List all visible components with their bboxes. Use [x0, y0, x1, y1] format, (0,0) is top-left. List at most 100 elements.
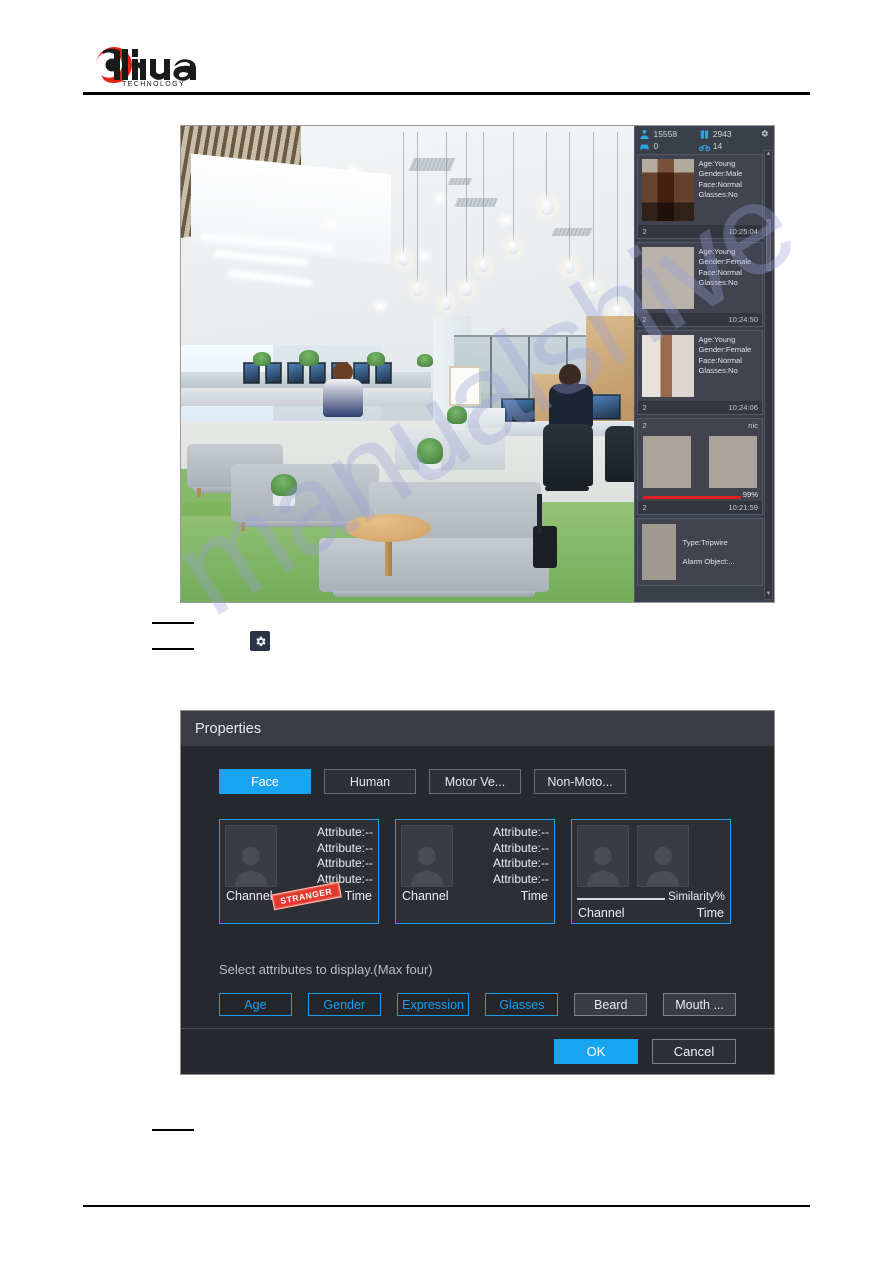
scrollbar-thumb[interactable]: [766, 219, 771, 272]
avatar: [577, 825, 629, 887]
scroll-up-arrow[interactable]: ▲: [766, 151, 772, 159]
attribute-line: Attribute:--: [492, 856, 549, 870]
person-placeholder-icon: [411, 847, 443, 886]
header-divider: [83, 92, 810, 95]
person-placeholder-icon: [587, 847, 619, 886]
stat-car-value: 0: [653, 141, 659, 151]
card-channel: 2: [642, 403, 647, 412]
dialog-footer: OK Cancel: [181, 1028, 774, 1074]
tab-motor-vehicle[interactable]: Motor Ve...: [429, 769, 521, 794]
person-seated-right: [549, 364, 593, 428]
layout-preview-cards: Attribute:-- Attribute:-- Attribute:-- A…: [219, 819, 736, 924]
face-event-card[interactable]: Age:Young Gender:Female Face:Normal Glas…: [637, 242, 763, 327]
stat-person: 15558: [639, 129, 696, 140]
tab-human[interactable]: Human: [324, 769, 416, 794]
dialog-title: Properties: [181, 711, 774, 747]
similarity-value: 99%: [742, 490, 758, 499]
attribute-line: Attribute:--: [492, 840, 549, 855]
stat-human-body: 2943: [699, 129, 756, 140]
human-body-icon: [700, 130, 708, 139]
card-channel: 2: [642, 227, 647, 236]
gear-icon[interactable]: [250, 631, 270, 651]
redaction-bar: [152, 648, 194, 650]
preview-card-compare[interactable]: Similarity% Channel Time: [571, 819, 731, 924]
preview-channel-label: Channel: [578, 906, 625, 920]
preview-channel-label: Channel: [226, 889, 273, 903]
redaction-bar: [152, 622, 194, 624]
video-preview[interactable]: [181, 126, 635, 602]
office-scene: [181, 126, 635, 602]
sofa: [231, 464, 379, 527]
database-face-thumb: [709, 436, 757, 488]
scroll-down-arrow[interactable]: ▼: [766, 591, 772, 599]
face-snapshot: [642, 247, 695, 309]
face-compare-card[interactable]: 2 nic 99% 2 10:21:59: [637, 418, 763, 515]
attr-age: Age:Young: [698, 159, 736, 168]
scrollbar-track[interactable]: [765, 159, 772, 591]
attribute-toggle-mouth[interactable]: Mouth ...: [663, 993, 736, 1016]
face-attributes: Age:Young Gender:Female Face:Normal Glas…: [698, 335, 751, 397]
tab-face[interactable]: Face: [219, 769, 311, 794]
preview-card-plain[interactable]: Attribute:-- Attribute:-- Attribute:-- A…: [395, 819, 555, 924]
card-time: 10:21:59: [728, 503, 758, 512]
tab-non-motor-vehicle[interactable]: Non-Moto...: [534, 769, 626, 794]
logo-tagline: TECHNOLOGY: [122, 81, 185, 87]
gear-icon: [761, 130, 768, 137]
attribute-line: Attribute:--: [492, 871, 549, 886]
event-list-scrollbar[interactable]: ▲ ▼: [764, 150, 773, 600]
attr-age: Age:Young: [698, 247, 736, 256]
attribute-toggle-age[interactable]: Age: [219, 993, 292, 1016]
face-snapshot: [642, 335, 695, 397]
statistics-bar: 15558 2943 0 14: [635, 126, 774, 154]
properties-dialog: Properties Face Human Motor Ve... Non-Mo…: [180, 710, 775, 1075]
panel-settings-button[interactable]: [758, 129, 770, 140]
preview-card-stranger[interactable]: Attribute:-- Attribute:-- Attribute:-- A…: [219, 819, 379, 924]
car-icon: [640, 144, 650, 150]
card-channel: 2: [642, 503, 647, 512]
person-placeholder-icon: [235, 847, 267, 886]
stat-motorbike: 14: [698, 141, 756, 152]
avatar: [225, 825, 277, 887]
attribute-placeholders: Attribute:-- Attribute:-- Attribute:-- A…: [283, 825, 373, 887]
captured-face-thumb: [643, 436, 692, 488]
alarm-object: Alarm Object:...: [682, 556, 735, 566]
compare-person-name: nic: [748, 421, 758, 430]
ok-button[interactable]: OK: [554, 1039, 638, 1064]
attribute-toggle-gender[interactable]: Gender: [307, 993, 381, 1016]
category-tabs: Face Human Motor Ve... Non-Moto...: [219, 769, 736, 794]
attribute-toggle-beard[interactable]: Beard: [574, 993, 648, 1016]
attribute-line: Attribute:--: [316, 856, 373, 870]
cancel-button[interactable]: Cancel: [652, 1039, 736, 1064]
preview-time-label: Time: [696, 906, 724, 920]
stat-car: 0: [639, 141, 696, 152]
avatar: [401, 825, 453, 887]
motorbike-icon: [698, 145, 710, 152]
dahua-logo: TECHNOLOGY: [92, 45, 302, 87]
tripwire-alarm-card[interactable]: Type:Tripwire Alarm Object:...: [637, 518, 763, 586]
face-event-card[interactable]: Age:Young Gender:Male Face:Normal Glasse…: [637, 154, 763, 239]
person-icon: [640, 129, 650, 140]
attribute-toggle-expression[interactable]: Expression: [396, 993, 470, 1016]
attr-gender: Gender:Female: [698, 345, 752, 355]
attr-age: Age:Young: [698, 335, 736, 344]
stat-person-value: 15558: [653, 129, 678, 139]
attribute-placeholders: Attribute:-- Attribute:-- Attribute:-- A…: [459, 825, 549, 887]
live-view-figure: 15558 2943 0 14 Age:Young Gender:Male Fa…: [180, 125, 775, 603]
sofa: [319, 538, 549, 597]
ai-event-panel: 15558 2943 0 14 Age:Young Gender:Male Fa…: [634, 126, 774, 602]
attr-glasses: Glasses:No: [698, 366, 738, 376]
attribute-toggle-group: Age Gender Expression Glasses Beard Mout…: [219, 993, 736, 1016]
face-attributes: Age:Young Gender:Male Face:Normal Glasse…: [698, 159, 742, 221]
attr-face: Face:Normal: [698, 267, 742, 277]
avatar: [637, 825, 689, 887]
footer-divider: [83, 1205, 810, 1207]
face-snapshot: [642, 159, 695, 221]
select-attributes-hint: Select attributes to display.(Max four): [219, 962, 433, 977]
face-event-card[interactable]: Age:Young Gender:Female Face:Normal Glas…: [637, 330, 763, 415]
event-card-list[interactable]: Age:Young Gender:Male Face:Normal Glasse…: [635, 154, 774, 602]
attr-glasses: Glasses:No: [698, 278, 738, 288]
compare-channel: 2: [642, 421, 647, 430]
attr-face: Face:Normal: [698, 179, 742, 189]
attribute-toggle-glasses[interactable]: Glasses: [485, 993, 559, 1016]
card-time: 10:24:50: [728, 315, 758, 324]
